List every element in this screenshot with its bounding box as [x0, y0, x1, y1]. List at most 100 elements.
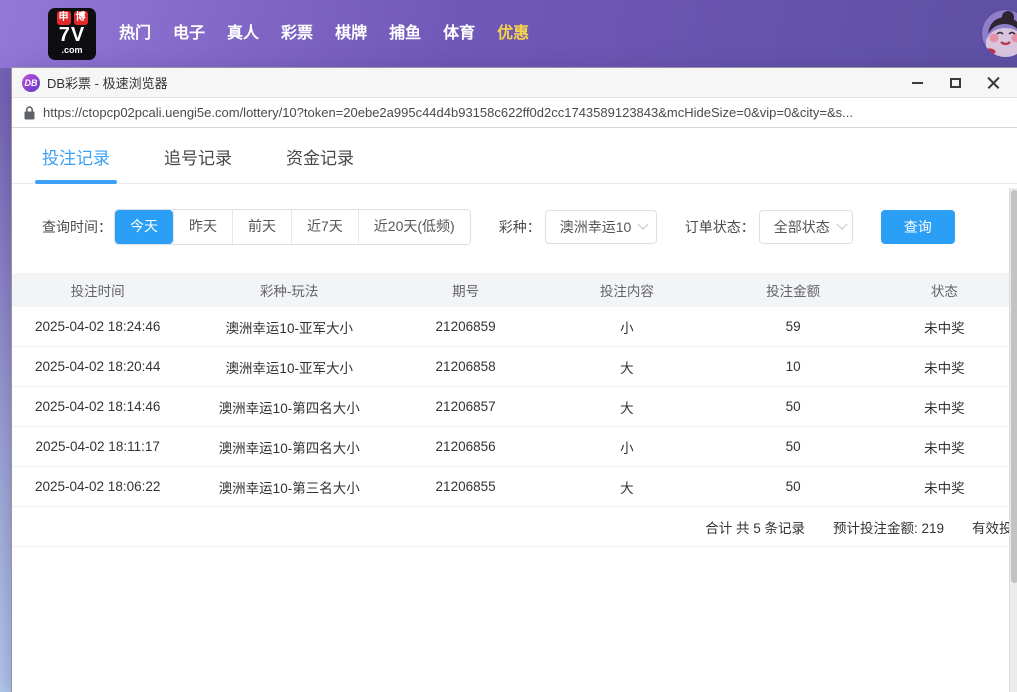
cell-status: 未中奖: [869, 437, 1017, 457]
nav-item-sports[interactable]: 体育: [432, 0, 486, 68]
cell-bet-time: 2025-04-02 18:20:44: [12, 359, 183, 374]
lock-icon: [24, 106, 35, 120]
lottery-select-value: 澳洲幸运10: [560, 217, 632, 237]
cell-bet-time: 2025-04-02 18:24:46: [12, 319, 183, 334]
col-header-bet-amount: 投注金额: [718, 280, 869, 300]
logo-badge-shen: 申: [57, 11, 71, 25]
time-option-today[interactable]: 今天: [115, 210, 173, 244]
time-option-daybefore[interactable]: 前天: [232, 210, 291, 244]
tab-chase-records[interactable]: 追号记录: [164, 144, 232, 183]
cell-bet-amount: 50: [718, 399, 869, 414]
status-select-label: 订单状态：: [685, 217, 755, 237]
col-header-bet-time: 投注时间: [12, 280, 183, 300]
tab-fund-records[interactable]: 资金记录: [286, 144, 354, 183]
window-title-bar[interactable]: DB DB彩票 - 极速浏览器: [12, 68, 1017, 98]
page-content: 投注记录 追号记录 资金记录 查询时间： 今天 昨天 前天 近7天 近20天(低…: [12, 128, 1017, 692]
cell-issue: 21206858: [395, 359, 536, 374]
summary-expected-amount: 预计投注金额: 219: [833, 517, 944, 537]
cell-game-play: 澳洲幸运10-第四名大小: [183, 437, 395, 457]
summary-total-records: 合计 共 5 条记录: [705, 517, 805, 537]
close-button[interactable]: [974, 68, 1012, 97]
cell-bet-content: 小: [536, 317, 717, 337]
nav-item-hot[interactable]: 热门: [108, 0, 162, 68]
nav-item-slots[interactable]: 电子: [162, 0, 216, 68]
cell-game-play: 澳洲幸运10-第四名大小: [183, 397, 395, 417]
time-filter-label: 查询时间：: [42, 217, 112, 237]
cell-bet-amount: 50: [718, 439, 869, 454]
browser-app-icon: DB: [22, 74, 40, 92]
cell-game-play: 澳洲幸运10-亚军大小: [183, 317, 395, 337]
cell-bet-amount: 10: [718, 359, 869, 374]
status-select-value: 全部状态: [774, 217, 830, 237]
user-avatar[interactable]: [982, 10, 1017, 57]
vertical-scrollbar[interactable]: [1009, 188, 1017, 692]
cell-issue: 21206856: [395, 439, 536, 454]
casino-top-bar: 申 博 7V .com 热门 电子 真人 彩票 棋牌 捕鱼 体育 优惠: [0, 0, 1017, 68]
order-status-select[interactable]: 全部状态: [759, 210, 853, 244]
cell-bet-amount: 59: [718, 319, 869, 334]
table-row: 2025-04-02 18:24:46 澳洲幸运10-亚军大小 21206859…: [12, 307, 1017, 347]
cell-status: 未中奖: [869, 477, 1017, 497]
cell-bet-content: 大: [536, 397, 717, 417]
browser-window: DB DB彩票 - 极速浏览器 https://ctopcp02pcali.ue…: [12, 68, 1017, 692]
col-header-bet-content: 投注内容: [536, 280, 717, 300]
browser-url-bar[interactable]: https://ctopcp02pcali.uengi5e.com/lotter…: [12, 98, 1017, 128]
nav-item-live[interactable]: 真人: [216, 0, 270, 68]
window-controls: [898, 68, 1017, 97]
lottery-select[interactable]: 澳洲幸运10: [545, 210, 657, 244]
avatar-face-illustration: [982, 10, 1017, 57]
cell-game-play: 澳洲幸运10-第三名大小: [183, 477, 395, 497]
tab-bet-records[interactable]: 投注记录: [42, 144, 110, 183]
logo-suffix-text: .com: [61, 46, 82, 55]
chevron-down-icon: [638, 219, 649, 230]
cell-bet-content: 大: [536, 357, 717, 377]
logo-badge-bo: 博: [74, 11, 88, 25]
time-option-7days[interactable]: 近7天: [291, 210, 358, 244]
close-icon: [987, 76, 1000, 89]
chevron-down-icon: [836, 219, 847, 230]
main-nav: 热门 电子 真人 彩票 棋牌 捕鱼 体育 优惠: [108, 0, 540, 68]
cell-bet-time: 2025-04-02 18:14:46: [12, 399, 183, 414]
cell-bet-time: 2025-04-02 18:11:17: [12, 439, 183, 454]
cell-game-play: 澳洲幸运10-亚军大小: [183, 357, 395, 377]
time-filter-group: 今天 昨天 前天 近7天 近20天(低频): [114, 209, 471, 245]
maximize-button[interactable]: [936, 68, 974, 97]
col-header-issue: 期号: [395, 280, 536, 300]
cell-bet-time: 2025-04-02 18:06:22: [12, 479, 183, 494]
query-button[interactable]: 查询: [881, 210, 955, 244]
table-row: 2025-04-02 18:14:46 澳洲幸运10-第四名大小 2120685…: [12, 387, 1017, 427]
bet-records-table: 投注时间 彩种-玩法 期号 投注内容 投注金额 状态 2025-04-02 18…: [12, 273, 1017, 547]
col-header-game-play: 彩种-玩法: [183, 280, 395, 300]
cell-bet-amount: 50: [718, 479, 869, 494]
scrollbar-thumb[interactable]: [1011, 190, 1017, 583]
nav-item-fishing[interactable]: 捕鱼: [378, 0, 432, 68]
lottery-select-label: 彩种：: [499, 217, 541, 237]
cell-status: 未中奖: [869, 317, 1017, 337]
nav-item-board[interactable]: 棋牌: [324, 0, 378, 68]
cell-bet-content: 大: [536, 477, 717, 497]
col-header-status: 状态: [869, 280, 1017, 300]
window-title: DB彩票 - 极速浏览器: [47, 73, 168, 92]
cell-bet-content: 小: [536, 437, 717, 457]
time-option-20days[interactable]: 近20天(低频): [358, 210, 470, 244]
time-option-yesterday[interactable]: 昨天: [173, 210, 232, 244]
nav-item-lottery[interactable]: 彩票: [270, 0, 324, 68]
table-summary-row: 合计 共 5 条记录 预计投注金额: 219 有效投注: [12, 507, 1017, 547]
cell-issue: 21206857: [395, 399, 536, 414]
table-header-row: 投注时间 彩种-玩法 期号 投注内容 投注金额 状态: [12, 273, 1017, 307]
nav-item-promo[interactable]: 优惠: [486, 0, 540, 68]
cell-status: 未中奖: [869, 357, 1017, 377]
maximize-icon: [950, 78, 961, 88]
cell-issue: 21206855: [395, 479, 536, 494]
cell-status: 未中奖: [869, 397, 1017, 417]
logo-badges: 申 博: [57, 11, 88, 25]
filter-bar: 查询时间： 今天 昨天 前天 近7天 近20天(低频) 彩种： 澳洲幸运10 订…: [42, 209, 1017, 245]
minimize-icon: [912, 82, 923, 84]
site-logo[interactable]: 申 博 7V .com: [48, 8, 96, 60]
logo-main-text: 7V: [59, 25, 85, 46]
table-row: 2025-04-02 18:20:44 澳洲幸运10-亚军大小 21206858…: [12, 347, 1017, 387]
record-tabs: 投注记录 追号记录 资金记录: [12, 128, 1017, 184]
url-text[interactable]: https://ctopcp02pcali.uengi5e.com/lotter…: [43, 105, 853, 120]
minimize-button[interactable]: [898, 68, 936, 97]
cell-issue: 21206859: [395, 319, 536, 334]
